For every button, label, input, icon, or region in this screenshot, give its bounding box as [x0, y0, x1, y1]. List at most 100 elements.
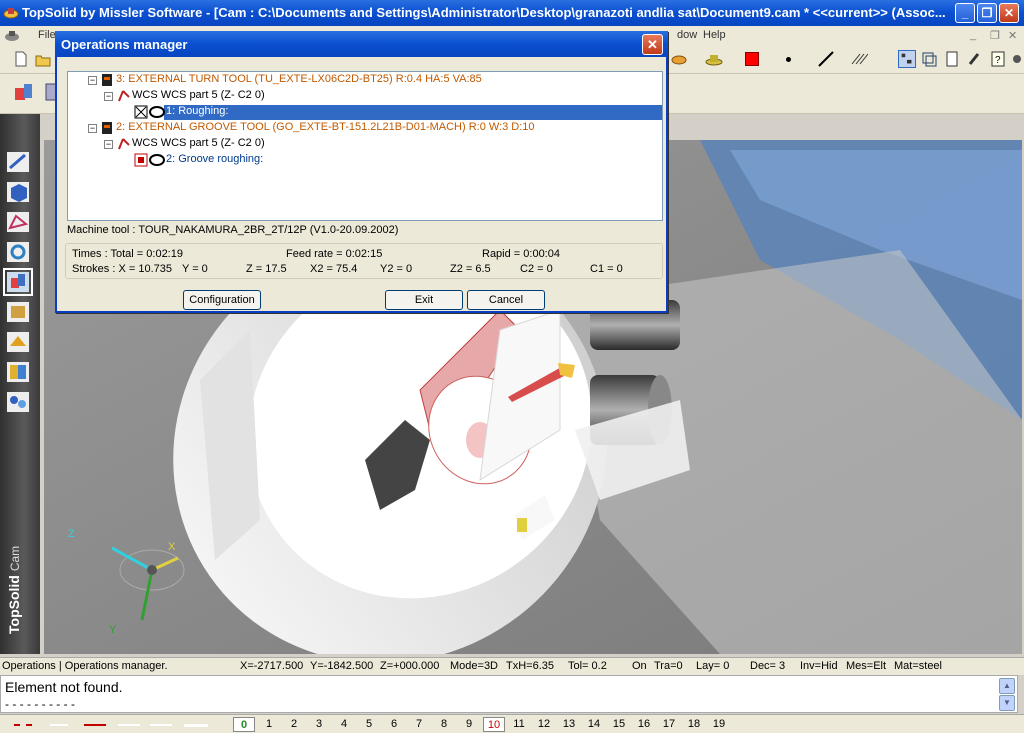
sheet-metal-icon[interactable] — [5, 360, 31, 384]
scroll-down-icon[interactable]: ▼ — [999, 695, 1015, 711]
stroke-z: Z = 17.5 — [246, 263, 287, 275]
layer-7[interactable]: 7 — [408, 717, 430, 732]
doc-restore-icon[interactable]: ❐ — [990, 29, 1000, 42]
lathe-icon[interactable] — [670, 50, 688, 68]
menu-window[interactable]: dow — [677, 29, 697, 41]
stroke-c2: C2 = 0 — [520, 263, 553, 275]
tree-selection-highlight — [164, 105, 662, 120]
layer-0[interactable]: 0 — [233, 717, 255, 732]
electrode-icon[interactable] — [5, 390, 31, 414]
status-tra[interactable]: Tra=0 — [654, 660, 683, 672]
layer-16[interactable]: 16 — [633, 717, 655, 732]
layer-2[interactable]: 2 — [283, 717, 305, 732]
exit-button[interactable]: Exit — [385, 290, 463, 310]
close-button[interactable]: ✕ — [999, 3, 1019, 23]
layer-6[interactable]: 6 — [383, 717, 405, 732]
tool2-collapse-toggle[interactable]: − — [88, 124, 97, 133]
restore-button[interactable]: ❐ — [977, 3, 997, 23]
tool-icon[interactable] — [966, 50, 984, 68]
layer-14[interactable]: 14 — [583, 717, 605, 732]
draft-icon[interactable] — [5, 210, 31, 234]
layer-12[interactable]: 12 — [533, 717, 555, 732]
doc-close-icon[interactable]: ✕ — [1008, 29, 1017, 42]
status-txh[interactable]: TxH=6.35 — [506, 660, 554, 672]
menu-help[interactable]: Help — [703, 29, 726, 41]
layer-19[interactable]: 19 — [708, 717, 730, 732]
layer-13[interactable]: 13 — [558, 717, 580, 732]
status-dec[interactable]: Dec= 3 — [750, 660, 785, 672]
book-icon[interactable] — [943, 50, 961, 68]
line-red-sample[interactable] — [84, 724, 106, 726]
line-white-sample[interactable] — [118, 724, 140, 726]
axis-y-label: Y — [109, 624, 117, 636]
assembly-icon[interactable] — [5, 240, 31, 264]
open-folder-icon[interactable] — [34, 50, 52, 68]
status-mat[interactable]: Mat=steel — [894, 660, 942, 672]
layer-11[interactable]: 11 — [508, 717, 530, 732]
wcs2-collapse-toggle[interactable]: − — [104, 140, 113, 149]
layer-9[interactable]: 9 — [458, 717, 480, 732]
svg-text:?: ? — [995, 55, 1001, 66]
layer-18[interactable]: 18 — [683, 717, 705, 732]
sketch-icon[interactable] — [5, 150, 31, 174]
tool1-collapse-toggle[interactable]: − — [88, 76, 97, 85]
message-line-2: - - - - - - - - - - — [5, 697, 75, 711]
layer-4[interactable]: 4 — [333, 717, 355, 732]
layers-icon[interactable] — [920, 50, 938, 68]
tree-view-icon[interactable] — [898, 50, 916, 68]
status-tol[interactable]: Tol= 0.2 — [568, 660, 607, 672]
minimize-button[interactable]: _ — [955, 3, 975, 23]
layer-1[interactable]: 1 — [258, 717, 280, 732]
tree-wcs-2[interactable]: WCS WCS part 5 (Z- C2 0) — [132, 136, 265, 151]
doc-minimize-icon[interactable]: _ — [970, 29, 976, 41]
scroll-up-icon[interactable]: ▲ — [999, 678, 1015, 694]
status-lay[interactable]: Lay= 0 — [696, 660, 729, 672]
left-toolbar: TopSolid Cam — [0, 114, 40, 654]
cam-module-icon[interactable] — [3, 268, 33, 296]
layer-8[interactable]: 8 — [433, 717, 455, 732]
operations-manager-dialog: Operations manager ✕ − 3: EXTERNAL TURN … — [55, 31, 668, 313]
layer-15[interactable]: 15 — [608, 717, 630, 732]
line-white-sample[interactable] — [150, 724, 172, 726]
wire-icon[interactable] — [5, 300, 31, 324]
layer-5[interactable]: 5 — [358, 717, 380, 732]
layer-10[interactable]: 10 — [483, 717, 505, 732]
tree-op-2[interactable]: 2: Groove roughing: — [166, 152, 263, 167]
app-icon — [3, 8, 19, 19]
layer-17[interactable]: 17 — [658, 717, 680, 732]
mold-icon[interactable] — [5, 330, 31, 354]
status-inv[interactable]: Inv=Hid — [800, 660, 838, 672]
line-thick-sample[interactable] — [184, 724, 208, 727]
layer-3[interactable]: 3 — [308, 717, 330, 732]
line-style-icon[interactable] — [817, 50, 835, 68]
menu-file[interactable]: File — [38, 29, 56, 41]
cancel-button[interactable]: Cancel — [467, 290, 545, 310]
tree-wcs-1[interactable]: WCS WCS part 5 (Z- C2 0) — [132, 88, 265, 103]
tree-op-1[interactable]: 1: Roughing: — [166, 104, 228, 119]
dialog-close-button[interactable]: ✕ — [642, 34, 663, 55]
line-thin-sample[interactable] — [50, 724, 68, 726]
status-mes[interactable]: Mes=Elt — [846, 660, 886, 672]
window-title: TopSolid by Missler Software - [Cam : C:… — [22, 5, 946, 20]
dialog-titlebar[interactable]: Operations manager ✕ — [55, 31, 668, 57]
color-red-swatch[interactable] — [745, 52, 759, 66]
turning-icon[interactable] — [12, 80, 38, 106]
operations-tree[interactable]: − 3: EXTERNAL TURN TOOL (TU_EXTE-LX06C2D… — [67, 71, 663, 221]
point-style-icon[interactable] — [786, 57, 791, 62]
shape-icon[interactable] — [5, 180, 31, 204]
menu-app-icon[interactable] — [4, 29, 20, 43]
status-mode[interactable]: Mode=3D — [450, 660, 498, 672]
status-on[interactable]: On — [632, 660, 647, 672]
pin-icon[interactable] — [1011, 50, 1024, 68]
tree-tool-1[interactable]: 3: EXTERNAL TURN TOOL (TU_EXTE-LX06C2D-B… — [116, 72, 482, 87]
help-icon[interactable]: ? — [989, 50, 1007, 68]
dialog-title: Operations manager — [61, 37, 188, 52]
configuration-button[interactable]: Configuration — [183, 290, 261, 310]
wcs1-collapse-toggle[interactable]: − — [104, 92, 113, 101]
line-dashed-sample[interactable] — [14, 724, 32, 726]
new-document-icon[interactable] — [12, 50, 30, 68]
hatch-style-icon[interactable] — [850, 50, 868, 68]
tree-tool-2[interactable]: 2: EXTERNAL GROOVE TOOL (GO_EXTE-BT-151.… — [116, 120, 535, 135]
hat-icon[interactable] — [705, 50, 723, 68]
status-y: Y=-1842.500 — [310, 660, 374, 672]
